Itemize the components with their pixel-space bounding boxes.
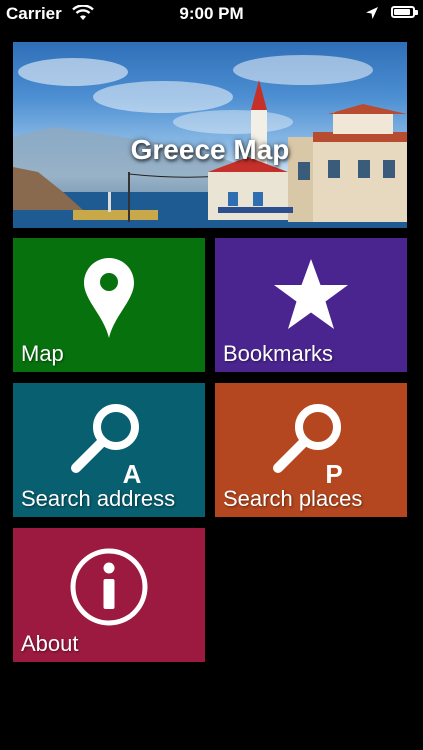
about-tile-label: About [21, 631, 79, 656]
search-address-icon: A [13, 401, 205, 489]
star-icon [215, 256, 407, 334]
battery-icon [391, 6, 418, 18]
bookmarks-tile[interactable]: Bookmarks [215, 238, 407, 372]
status-time: 9:00 PM [179, 4, 244, 23]
battery-level [394, 9, 410, 15]
info-icon [13, 546, 205, 628]
search-places-icon: P [215, 401, 407, 489]
map-tile-label: Map [21, 341, 64, 366]
status-bar: Carrier 9:00 PM [0, 0, 423, 28]
banner-image: Greece Map [13, 42, 407, 228]
search-address-badge: A [123, 459, 142, 489]
bookmarks-tile-label: Bookmarks [223, 341, 334, 366]
location-arrow-icon [365, 5, 379, 25]
search-places-tile[interactable]: P Search places [215, 383, 407, 517]
search-address-tile[interactable]: A Search address [13, 383, 205, 517]
search-places-tile-label: Search places [223, 486, 363, 511]
map-pin-icon [13, 256, 205, 340]
search-address-tile-label: Search address [21, 486, 176, 511]
about-tile[interactable]: About [13, 528, 205, 662]
search-places-badge: P [325, 459, 342, 489]
map-tile[interactable]: Map [13, 238, 205, 372]
app-title: Greece Map [130, 134, 290, 165]
